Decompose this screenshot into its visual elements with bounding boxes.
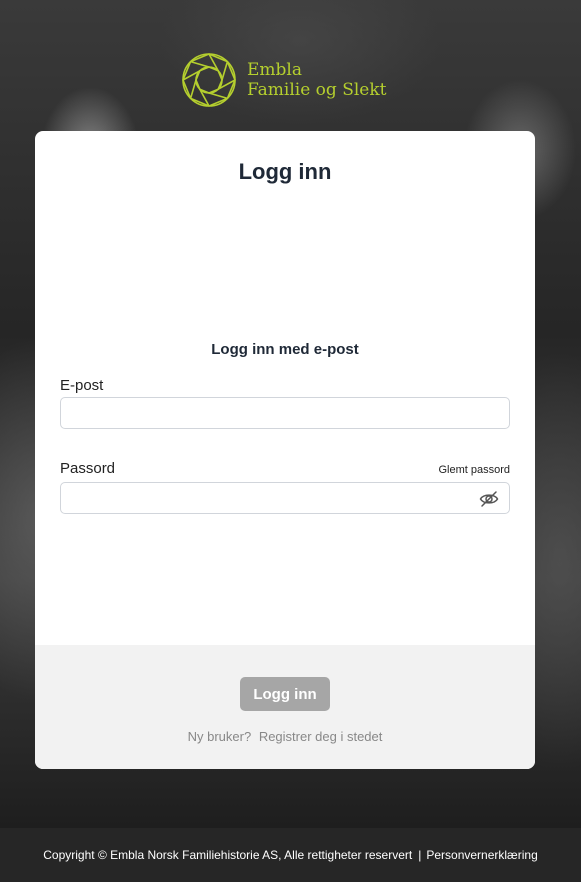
- card-footer: Logg inn Ny bruker? Registrer deg i sted…: [35, 645, 535, 769]
- eye-slash-icon[interactable]: [478, 488, 500, 510]
- email-label: E-post: [60, 377, 104, 394]
- copyright-text: Copyright © Embla Norsk Familiehistorie …: [43, 848, 413, 862]
- login-card: Logg inn Logg inn med e-post E-post Pass…: [35, 131, 535, 769]
- page-title: Logg inn: [238, 159, 332, 184]
- footer-separator: |: [418, 848, 422, 862]
- register-prompt: Ny bruker?: [187, 729, 252, 744]
- privacy-link[interactable]: Personvernerklæring: [426, 848, 537, 862]
- forgot-password-link[interactable]: Glemt passord: [438, 464, 510, 476]
- page-footer: Copyright © Embla Norsk Familiehistorie …: [0, 828, 581, 882]
- login-button[interactable]: Logg inn: [240, 677, 330, 711]
- embla-logo-icon: [182, 53, 236, 107]
- password-label: Passord: [60, 460, 116, 477]
- brand-line-2: Familie og Slekt: [247, 80, 387, 100]
- brand-logo[interactable]: Embla Familie og Slekt: [181, 52, 386, 108]
- register-row: Ny bruker? Registrer deg i stedet: [35, 729, 535, 744]
- email-field[interactable]: [60, 397, 510, 429]
- brand-name: Embla Familie og Slekt: [247, 60, 386, 100]
- brand-line-1: Embla: [247, 60, 302, 80]
- register-link[interactable]: Registrer deg i stedet: [259, 729, 383, 744]
- password-field[interactable]: [60, 482, 510, 514]
- email-login-heading: Logg inn med e-post: [211, 341, 359, 358]
